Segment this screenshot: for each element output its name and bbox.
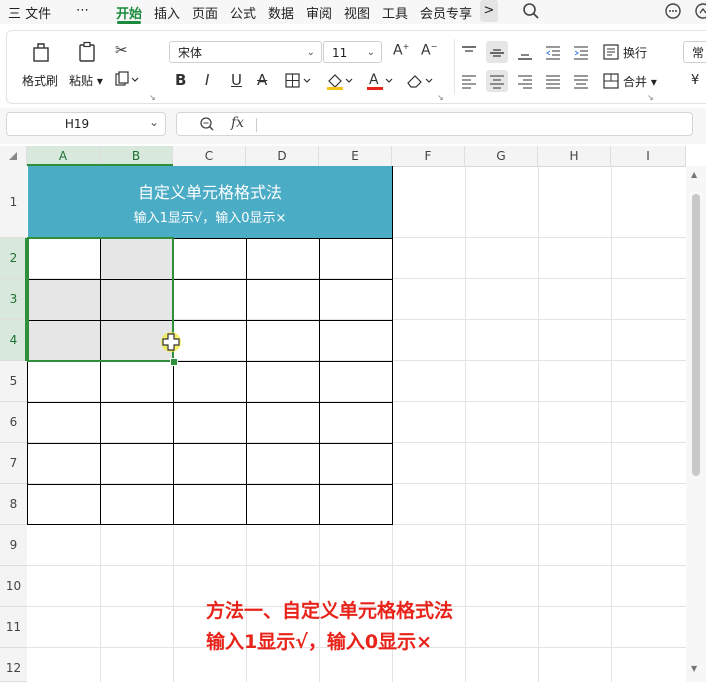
vertical-scrollbar[interactable]: ▲ ▼ (686, 166, 706, 682)
annotation-line-2: 输入1显示√，输入0显示× (206, 631, 433, 653)
fill-handle[interactable] (170, 358, 178, 366)
scrollbar-thumb[interactable] (692, 194, 700, 476)
scroll-down-icon[interactable]: ▼ (691, 664, 697, 673)
selection-range-border[interactable] (27, 237, 174, 362)
annotation-line-1: 方法一、自定义单元格格式法 (206, 600, 454, 622)
crosshair-cursor-icon (160, 331, 182, 357)
scroll-up-icon[interactable]: ▲ (691, 170, 697, 179)
